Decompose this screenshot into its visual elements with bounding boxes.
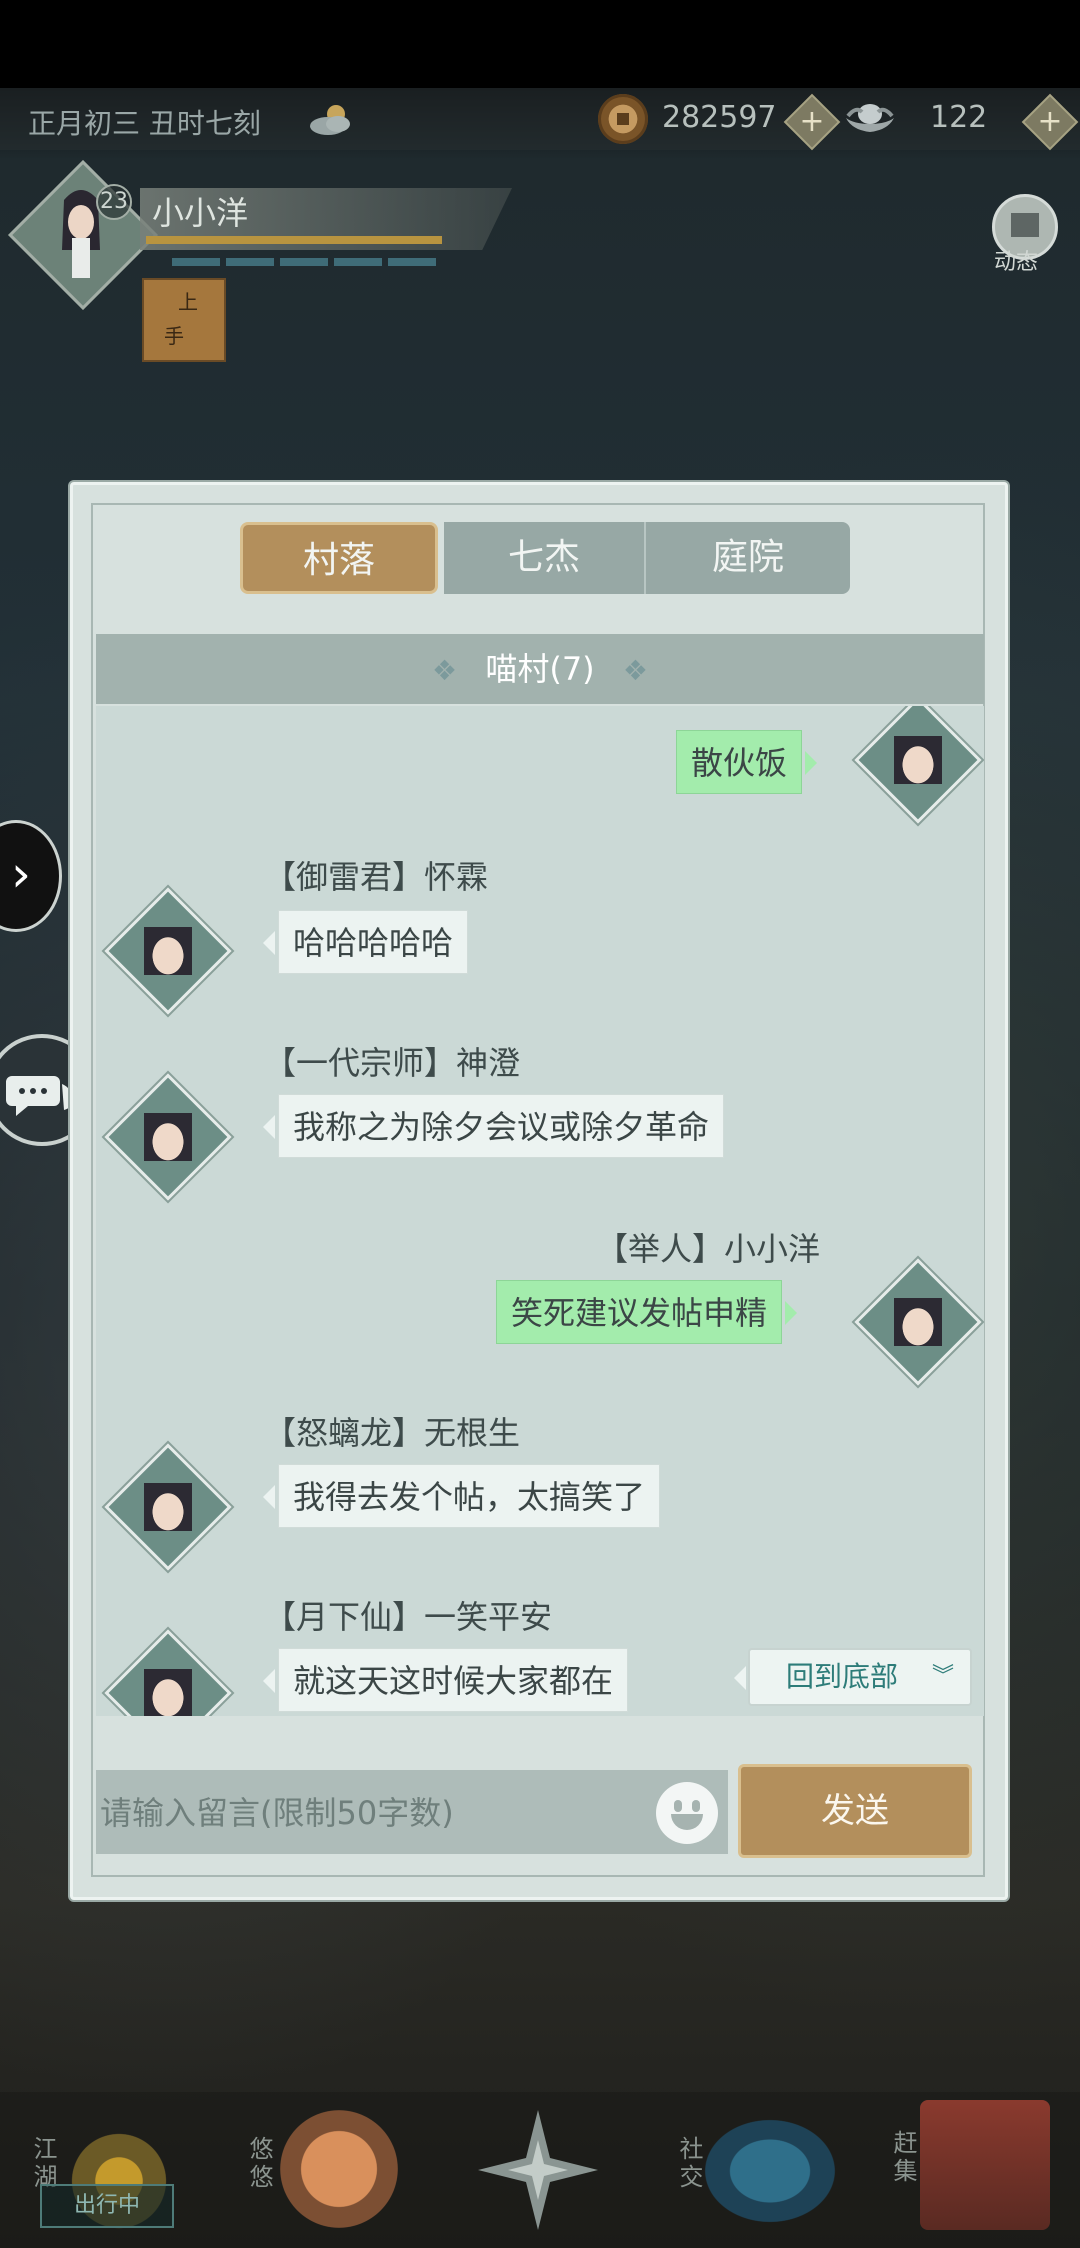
message-list[interactable]: 散伙饭 【御雷君】怀霖 哈哈哈哈哈 【一代宗师】神澄 我称之为除夕会议或除夕革命… — [96, 706, 984, 1716]
avatar[interactable] — [104, 1629, 232, 1716]
silver-ingot-count: 122 — [930, 100, 988, 135]
diamond-ornament-icon: ❖ — [622, 654, 648, 687]
emoji-icon[interactable] — [656, 1782, 718, 1844]
diamond-ornament-icon: ❖ — [432, 654, 458, 687]
avatar[interactable] — [854, 1258, 982, 1386]
copper-coin-count: 282597 — [662, 100, 777, 135]
sender-name: 【御雷君】怀霖 — [264, 858, 489, 896]
send-button[interactable]: 发送 — [738, 1764, 972, 1858]
silver-ingot-icon — [846, 104, 894, 132]
chat-bubble: 我得去发个帖，太搞笑了 — [262, 1464, 661, 1528]
avatar[interactable] — [854, 706, 982, 824]
back-to-bottom-label: 回到底部 — [786, 1660, 899, 1693]
energy-segments — [172, 258, 436, 266]
plus-icon: + — [799, 104, 825, 139]
tab-seven-heroes[interactable]: 七杰 — [444, 522, 644, 594]
nav-social-button[interactable] — [700, 2116, 840, 2226]
sender-name: 【月下仙】一笑平安 — [264, 1598, 553, 1636]
back-to-bottom-button[interactable]: 回到底部 ︾ — [734, 1648, 972, 1706]
avatar[interactable] — [104, 1443, 232, 1571]
message-input[interactable] — [96, 1770, 622, 1856]
player-name: 小小洋 — [152, 194, 249, 232]
player-level-badge: 23 — [96, 184, 132, 220]
nav-market-button[interactable] — [920, 2100, 1050, 2230]
buff-item-slot[interactable]: 上 手 — [142, 278, 226, 362]
avatar[interactable] — [104, 1073, 232, 1201]
status-bar-area — [0, 0, 1080, 88]
copper-coin-icon — [598, 94, 648, 144]
tab-village[interactable]: 村落 — [240, 522, 438, 594]
compass-star-icon[interactable] — [474, 2106, 602, 2234]
nav-youyou-label: 悠悠 — [245, 2136, 273, 2192]
nav-market-label: 赶集 — [889, 2130, 917, 2186]
sender-name: 【一代宗师】神澄 — [264, 1044, 521, 1082]
chat-tabs: 村落 七杰 庭院 — [240, 522, 850, 594]
sender-name: 【举人】小小洋 — [596, 1230, 821, 1268]
chat-bubble-mine: 笑死建议发帖申精 — [496, 1280, 798, 1344]
experience-bar — [146, 236, 442, 244]
nav-youyou-button[interactable] — [280, 2110, 398, 2228]
chat-bubble: 就这天这时候大家都在 — [262, 1648, 629, 1712]
message-input-area — [96, 1770, 728, 1856]
double-chevron-down-icon: ︾ — [932, 1664, 955, 1689]
traveling-status-tag: 出行中 — [40, 2184, 174, 2228]
chat-bubble: 哈哈哈哈哈 — [262, 910, 469, 974]
chat-bubble-mine: 散伙饭 — [676, 730, 818, 794]
chat-room-header: ❖ 喵村(7) ❖ — [96, 634, 984, 704]
chat-room-title: 喵村(7) — [485, 650, 595, 688]
dynamic-label: 动态 — [994, 250, 1039, 275]
tab-courtyard[interactable]: 庭院 — [644, 522, 850, 594]
cloudy-sun-icon — [310, 105, 350, 135]
chat-bubble: 我称之为除夕会议或除夕革命 — [262, 1094, 725, 1158]
avatar[interactable] — [104, 887, 232, 1015]
game-datetime: 正月初三 丑时七刻 — [28, 107, 261, 140]
plus-icon: + — [1037, 104, 1063, 139]
sender-name: 【怒螭龙】无根生 — [264, 1414, 521, 1452]
chevron-right-icon: › — [11, 845, 31, 903]
